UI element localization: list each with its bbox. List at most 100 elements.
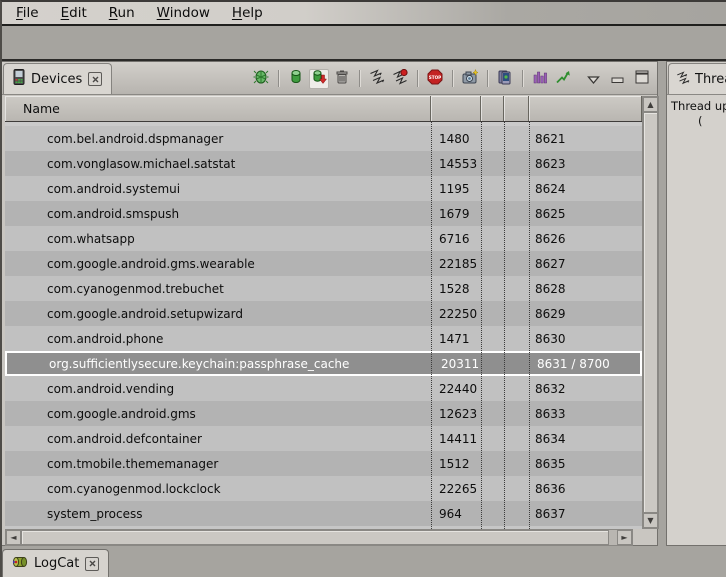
- menu-help[interactable]: Help: [224, 3, 271, 23]
- heap-cylinder-icon: [288, 69, 304, 89]
- menu-run[interactable]: Run: [101, 3, 143, 23]
- client-pid: 964: [439, 507, 462, 521]
- scroll-left-button[interactable]: ◄: [6, 530, 21, 545]
- tab-devices[interactable]: Devices: [3, 63, 112, 94]
- table-row[interactable]: com.google.android.gms 12623 8633: [5, 401, 642, 426]
- column-header-heap[interactable]: [481, 96, 504, 121]
- maximize-button[interactable]: [635, 69, 649, 88]
- close-icon[interactable]: [88, 72, 102, 86]
- client-port: 8633: [535, 407, 566, 421]
- cause-gc-button[interactable]: [332, 69, 352, 89]
- minimize-button[interactable]: [611, 69, 624, 88]
- threads-zigzag-icon: [369, 69, 385, 89]
- tab-logcat[interactable]: LogCat: [2, 549, 109, 577]
- client-pid: 22250: [439, 307, 477, 321]
- client-port: 8624: [535, 182, 566, 196]
- view-menu-button[interactable]: [587, 69, 600, 88]
- column-header-name[interactable]: Name: [5, 96, 431, 121]
- table-row[interactable]: com.whatsapp67168626: [5, 226, 642, 251]
- menu-edit[interactable]: Edit: [53, 3, 95, 23]
- table-row[interactable]: com.android.phone14718630: [5, 326, 642, 351]
- camera-icon: [462, 69, 478, 89]
- horizontal-scrollbar[interactable]: ◄ ►: [5, 529, 633, 546]
- dump-hprof-button[interactable]: [309, 69, 329, 89]
- bottom-tab-strip: LogCat: [0, 546, 726, 577]
- client-port: 8635: [535, 457, 566, 471]
- threads-message-line2: (: [698, 114, 703, 128]
- table-row[interactable]: com.tmobile.thememanager15128635: [5, 451, 642, 476]
- threads-icon: [676, 70, 690, 89]
- table-row[interactable]: com.android.smspush16798625: [5, 201, 642, 226]
- vertical-scroll-thumb[interactable]: [643, 112, 658, 513]
- vertical-scrollbar[interactable]: ▲ ▼: [642, 96, 659, 529]
- table-row[interactable]: com.android.defcontainer144118634: [5, 426, 642, 451]
- threads-message-area: Thread up (: [667, 96, 726, 545]
- table-row[interactable]: com.vonglasow.michael.satstat145538623: [5, 151, 642, 176]
- logcat-log-icon: [12, 554, 28, 573]
- capture-systrace-button[interactable]: [530, 69, 550, 89]
- client-port: 8621: [535, 132, 566, 146]
- table-row[interactable]: com.bel.android.dspmanager14808621: [5, 126, 642, 151]
- table-row-selected[interactable]: org.sufficientlysecure.keychain:passphra…: [5, 351, 642, 376]
- stop-process-button[interactable]: STOP: [425, 69, 445, 89]
- client-pid: 1528: [439, 282, 470, 296]
- phone-icon: [13, 69, 25, 89]
- table-row[interactable]: com.android.vending224408632: [5, 376, 642, 401]
- update-heap-button[interactable]: [286, 69, 306, 89]
- client-pid: 14553: [439, 157, 477, 171]
- tab-threads-label: Threa: [695, 72, 726, 87]
- screenshot-button[interactable]: [460, 69, 480, 89]
- toolbar-separator: [417, 70, 418, 87]
- client-name: system_process: [47, 507, 143, 521]
- tab-logcat-label: LogCat: [34, 556, 79, 571]
- start-method-profiling-button[interactable]: [390, 69, 410, 89]
- device-screens-icon: [497, 69, 513, 89]
- update-threads-button[interactable]: [367, 69, 387, 89]
- device-client-table: Name com.bel.android.dspmanager14808621c…: [5, 96, 642, 529]
- client-name: com.google.android.gms: [47, 407, 196, 421]
- client-name: com.vonglasow.michael.satstat: [47, 157, 235, 171]
- toolbar-separator: [487, 70, 488, 87]
- start-opengl-trace-button[interactable]: [553, 69, 573, 89]
- hprof-dump-icon: [311, 69, 327, 89]
- client-port: 8629: [535, 307, 566, 321]
- scroll-down-button[interactable]: ▼: [643, 513, 658, 528]
- table-body: com.bel.android.dspmanager14808621 com.vo…: [5, 122, 642, 529]
- systrace-bars-icon: [532, 69, 548, 89]
- close-icon[interactable]: [85, 557, 99, 571]
- client-name: com.android.vending: [47, 382, 174, 396]
- client-name: com.android.smspush: [47, 207, 179, 221]
- client-port: 8634: [535, 432, 566, 446]
- debug-bug-icon: [253, 69, 269, 89]
- table-row[interactable]: com.google.android.setupwizard222508629: [5, 301, 642, 326]
- scroll-right-button[interactable]: ►: [617, 530, 632, 545]
- scroll-up-button[interactable]: ▲: [643, 97, 658, 112]
- client-port: 8626: [535, 232, 566, 246]
- tab-threads[interactable]: Threa: [668, 63, 726, 94]
- client-port: 8637: [535, 507, 566, 521]
- client-name: org.sufficientlysecure.keychain:passphra…: [49, 357, 349, 371]
- column-divider: [481, 122, 482, 529]
- menu-window[interactable]: Window: [149, 3, 218, 23]
- client-pid: 12623: [439, 407, 477, 421]
- column-header-pid[interactable]: [431, 96, 481, 121]
- column-divider: [431, 122, 432, 529]
- debug-process-button[interactable]: [251, 69, 271, 89]
- table-row[interactable]: com.google.android.gms.wearable221858627: [5, 251, 642, 276]
- table-row[interactable]: system_process 964 8637: [5, 501, 642, 526]
- client-port: 8636: [535, 482, 566, 496]
- column-header-threads[interactable]: [504, 96, 529, 121]
- threads-view: Threa Thread up (: [666, 61, 726, 546]
- table-row[interactable]: com.android.systemui11958624: [5, 176, 642, 201]
- table-row[interactable]: com.cyanogenmod.trebuchet15288628: [5, 276, 642, 301]
- client-name: com.google.android.gms.wearable: [47, 257, 255, 271]
- client-pid: 1471: [439, 332, 470, 346]
- table-row[interactable]: com.cyanogenmod.lockclock222658636: [5, 476, 642, 501]
- screen-capture-button[interactable]: [495, 69, 515, 89]
- threads-message-line1: Thread up: [671, 99, 726, 113]
- column-header-port[interactable]: [529, 96, 642, 121]
- horizontal-scroll-thumb[interactable]: [21, 530, 609, 545]
- client-pid: 22185: [439, 257, 477, 271]
- menu-file[interactable]: File: [8, 3, 47, 23]
- client-pid: 1512: [439, 457, 470, 471]
